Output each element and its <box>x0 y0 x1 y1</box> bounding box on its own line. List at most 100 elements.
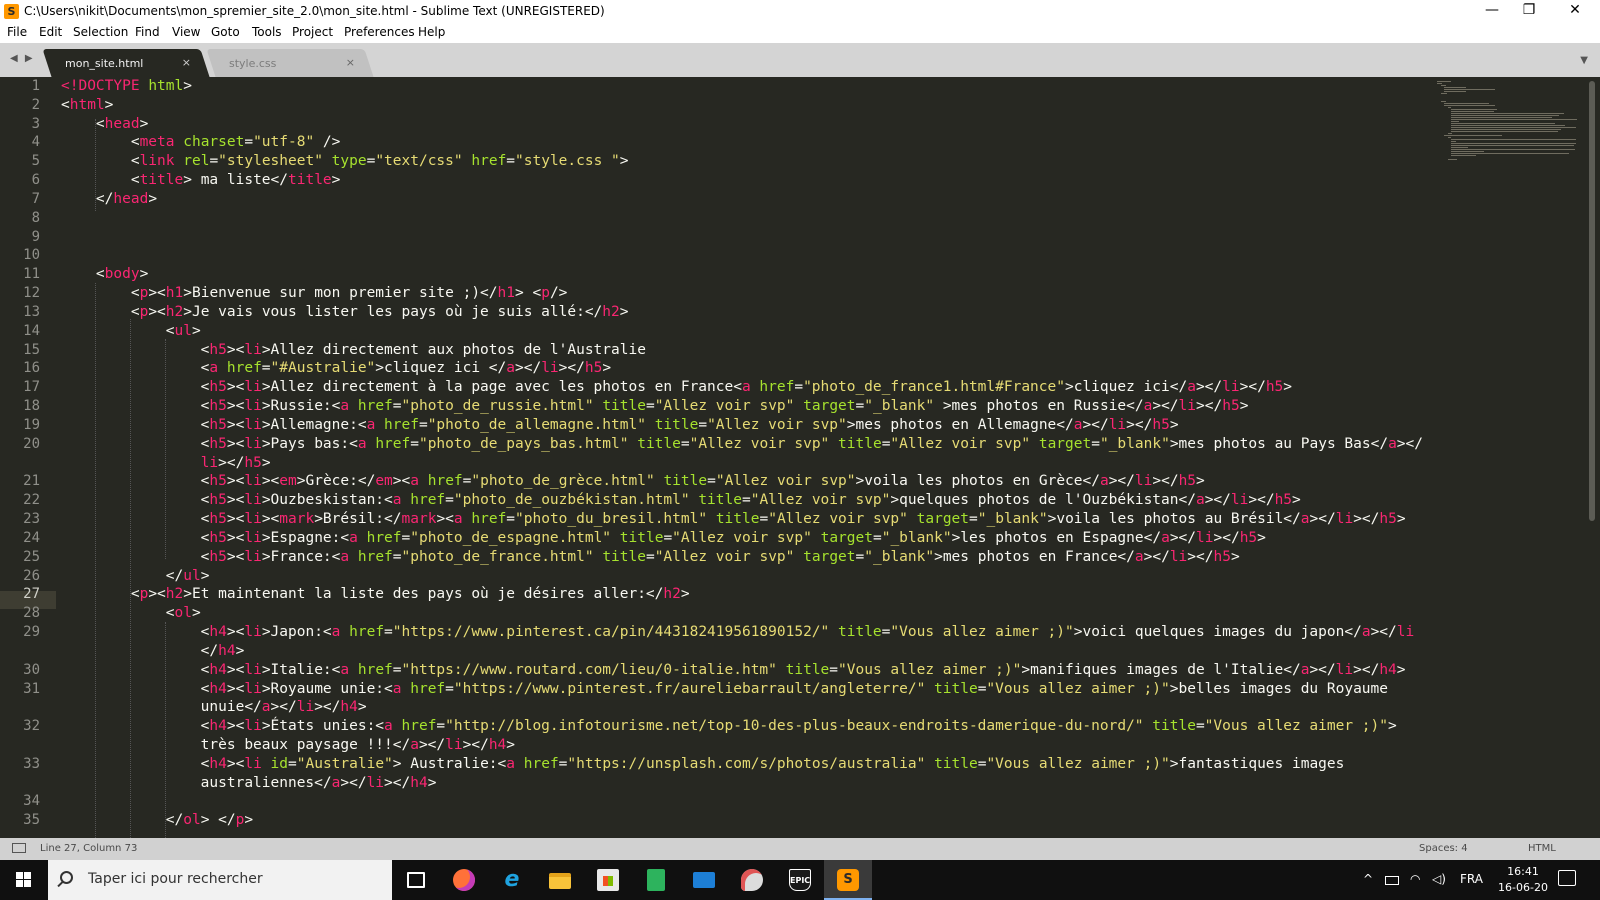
code-line[interactable]: li></h5> <box>61 454 1431 473</box>
code-line[interactable]: australiennes</a></li></h4> <box>61 774 1431 793</box>
code-line[interactable] <box>61 792 1431 811</box>
minimap-line <box>1451 121 1459 122</box>
epic-games-icon[interactable]: EPIC <box>776 860 824 900</box>
code-line[interactable]: <h4><li id="Australie"> Australie:<a hre… <box>61 755 1431 774</box>
input-language[interactable]: FRA <box>1460 872 1483 886</box>
code-line[interactable]: <p><h2>Je vais vous lister les pays où j… <box>61 303 1431 322</box>
menu-preferences[interactable]: Preferences <box>344 25 415 39</box>
code-line[interactable]: <h5><li>Ouzbeskistan:<a href="photo_de_o… <box>61 491 1431 510</box>
line-number: 21 <box>23 473 40 490</box>
clock[interactable]: 16:41 16-06-20 <box>1488 864 1558 896</box>
code-line[interactable]: <h4><li>Italie:<a href="https://www.rout… <box>61 661 1431 680</box>
minimap-line <box>1440 93 1447 94</box>
tray-chevron-icon[interactable]: ^ <box>1363 872 1373 886</box>
code-line[interactable] <box>61 209 1431 228</box>
code-line[interactable]: <h5><li>Allemagne:<a href="photo_de_alle… <box>61 416 1431 435</box>
menu-selection[interactable]: Selection <box>73 25 128 39</box>
code-line[interactable]: <h5><li>Pays bas:<a href="photo_de_pays_… <box>61 435 1431 454</box>
indentation-setting[interactable]: Spaces: 4 <box>1419 843 1468 854</box>
code-line[interactable]: <h4><li>Japon:<a href="https://www.pinte… <box>61 623 1431 642</box>
panel-toggle-icon[interactable] <box>12 843 26 853</box>
code-line[interactable]: <p><h1>Bienvenue sur mon premier site ;)… <box>61 284 1431 303</box>
menu-file[interactable]: File <box>7 25 27 39</box>
tab-navigation-arrows-icon[interactable]: ◀ ▶ <box>10 53 35 64</box>
code-line[interactable]: unuie</a></li></h4> <box>61 698 1431 717</box>
code-line[interactable]: <link rel="stylesheet" type="text/css" h… <box>61 152 1431 171</box>
code-line[interactable]: </ul> <box>61 567 1431 586</box>
code-line[interactable]: <!DOCTYPE html> <box>61 77 1431 96</box>
edge-icon[interactable]: e <box>488 860 536 900</box>
code-line[interactable]: <h5><li>France:<a href="photo_de_france.… <box>61 548 1431 567</box>
minimap-line <box>1440 101 1446 102</box>
task-view-icon[interactable] <box>392 860 440 900</box>
mail-icon[interactable] <box>680 860 728 900</box>
menu-help[interactable]: Help <box>418 25 445 39</box>
menu-tools[interactable]: Tools <box>252 25 282 39</box>
microsoft-store-icon[interactable] <box>584 860 632 900</box>
code-line[interactable]: <head> <box>61 115 1431 134</box>
code-line[interactable]: <body> <box>61 265 1431 284</box>
battery-icon[interactable] <box>1385 876 1399 885</box>
menu-goto[interactable]: Goto <box>211 25 240 39</box>
code-line[interactable]: <a href="#Australie">cliquez ici </a></l… <box>61 359 1431 378</box>
menu-find[interactable]: Find <box>135 25 160 39</box>
minimap[interactable] <box>1437 77 1587 167</box>
clock-time: 16:41 <box>1507 865 1539 878</box>
line-number: 12 <box>23 285 40 302</box>
minimap-line <box>1451 129 1562 130</box>
tab-label: style.css <box>229 57 277 70</box>
notepad-icon[interactable] <box>632 860 680 900</box>
maximize-button[interactable]: ❐ <box>1506 0 1552 23</box>
vertical-scrollbar[interactable] <box>1589 81 1595 521</box>
menu-project[interactable]: Project <box>292 25 333 39</box>
code-line[interactable]: <h5><li>Allez directement à la page avec… <box>61 378 1431 397</box>
menu-view[interactable]: View <box>172 25 200 39</box>
tab-close-icon[interactable]: × <box>346 56 355 69</box>
paint-icon[interactable] <box>728 860 776 900</box>
syntax-selector[interactable]: HTML <box>1528 843 1556 854</box>
notifications-icon[interactable] <box>1558 870 1576 886</box>
cursor-position[interactable]: Line 27, Column 73 <box>40 843 137 854</box>
taskbar-search-box[interactable]: Taper ici pour rechercher <box>48 860 392 900</box>
line-number: 11 <box>23 266 40 283</box>
close-button[interactable]: ✕ <box>1552 0 1598 23</box>
code-line[interactable]: <h5><li>Allez directement aux photos de … <box>61 341 1431 360</box>
code-editor[interactable]: 1 2 3 4 5 6 7 8 9 10 11 12 13 14 15 16 17 18 19 20 21 22 23 24 2… <box>0 77 1600 838</box>
tab-mon-site-html[interactable]: mon_site.html × <box>42 49 210 77</box>
sublime-text-taskbar-icon[interactable]: S <box>824 860 872 900</box>
wifi-icon[interactable]: ◠ <box>1410 872 1420 886</box>
code-line[interactable]: <title> ma liste</title> <box>61 171 1431 190</box>
start-button[interactable] <box>0 860 48 900</box>
code-line[interactable] <box>61 246 1431 265</box>
code-line[interactable]: très beaux paysage !!!</a></li></h4> <box>61 736 1431 755</box>
code-line[interactable]: <h4><li>Royaume unie:<a href="https://ww… <box>61 680 1431 699</box>
minimap-line <box>1451 115 1560 116</box>
code-line[interactable]: </head> <box>61 190 1431 209</box>
code-line[interactable] <box>61 228 1431 247</box>
tab-close-icon[interactable]: × <box>182 56 191 69</box>
tab-style-css[interactable]: style.css × <box>206 49 374 77</box>
line-number: 26 <box>23 567 40 584</box>
menu-edit[interactable]: Edit <box>39 25 62 39</box>
code-line[interactable]: <h5><li>Russie:<a href="photo_de_russie.… <box>61 397 1431 416</box>
code-line[interactable]: </ol> </p> <box>61 811 1431 830</box>
tab-overflow-icon[interactable]: ▼ <box>1580 55 1588 66</box>
code-line[interactable]: <h5><li>Espagne:<a href="photo_de_espagn… <box>61 529 1431 548</box>
code-line[interactable]: <h5><li><mark>Brésil:</mark><a href="pho… <box>61 510 1431 529</box>
code-line[interactable]: <h5><li><em>Grèce:</em><a href="photo_de… <box>61 472 1431 491</box>
code-line[interactable]: <h4><li>États unies:<a href="http://blog… <box>61 717 1431 736</box>
line-number: 33 <box>23 755 40 772</box>
volume-icon[interactable]: ◁) <box>1432 872 1446 886</box>
code-line[interactable]: </h4> <box>61 642 1431 661</box>
code-line[interactable]: <ol> <box>61 604 1431 623</box>
line-number <box>0 698 40 717</box>
code-line[interactable]: <ul> <box>61 322 1431 341</box>
code-line[interactable]: <p><h2>Et maintenant la liste des pays o… <box>61 585 1431 604</box>
code-line[interactable]: <meta charset="utf-8" /> <box>61 133 1431 152</box>
file-explorer-icon[interactable] <box>536 860 584 900</box>
clock-date: 16-06-20 <box>1498 881 1548 894</box>
code-line[interactable]: <html> <box>61 96 1431 115</box>
code-area[interactable]: <!DOCTYPE html> <html> <head> <meta chars… <box>61 77 1431 830</box>
tab-bar: ◀ ▶ mon_site.html × style.css × ▼ <box>0 43 1600 77</box>
firefox-icon[interactable] <box>440 860 488 900</box>
